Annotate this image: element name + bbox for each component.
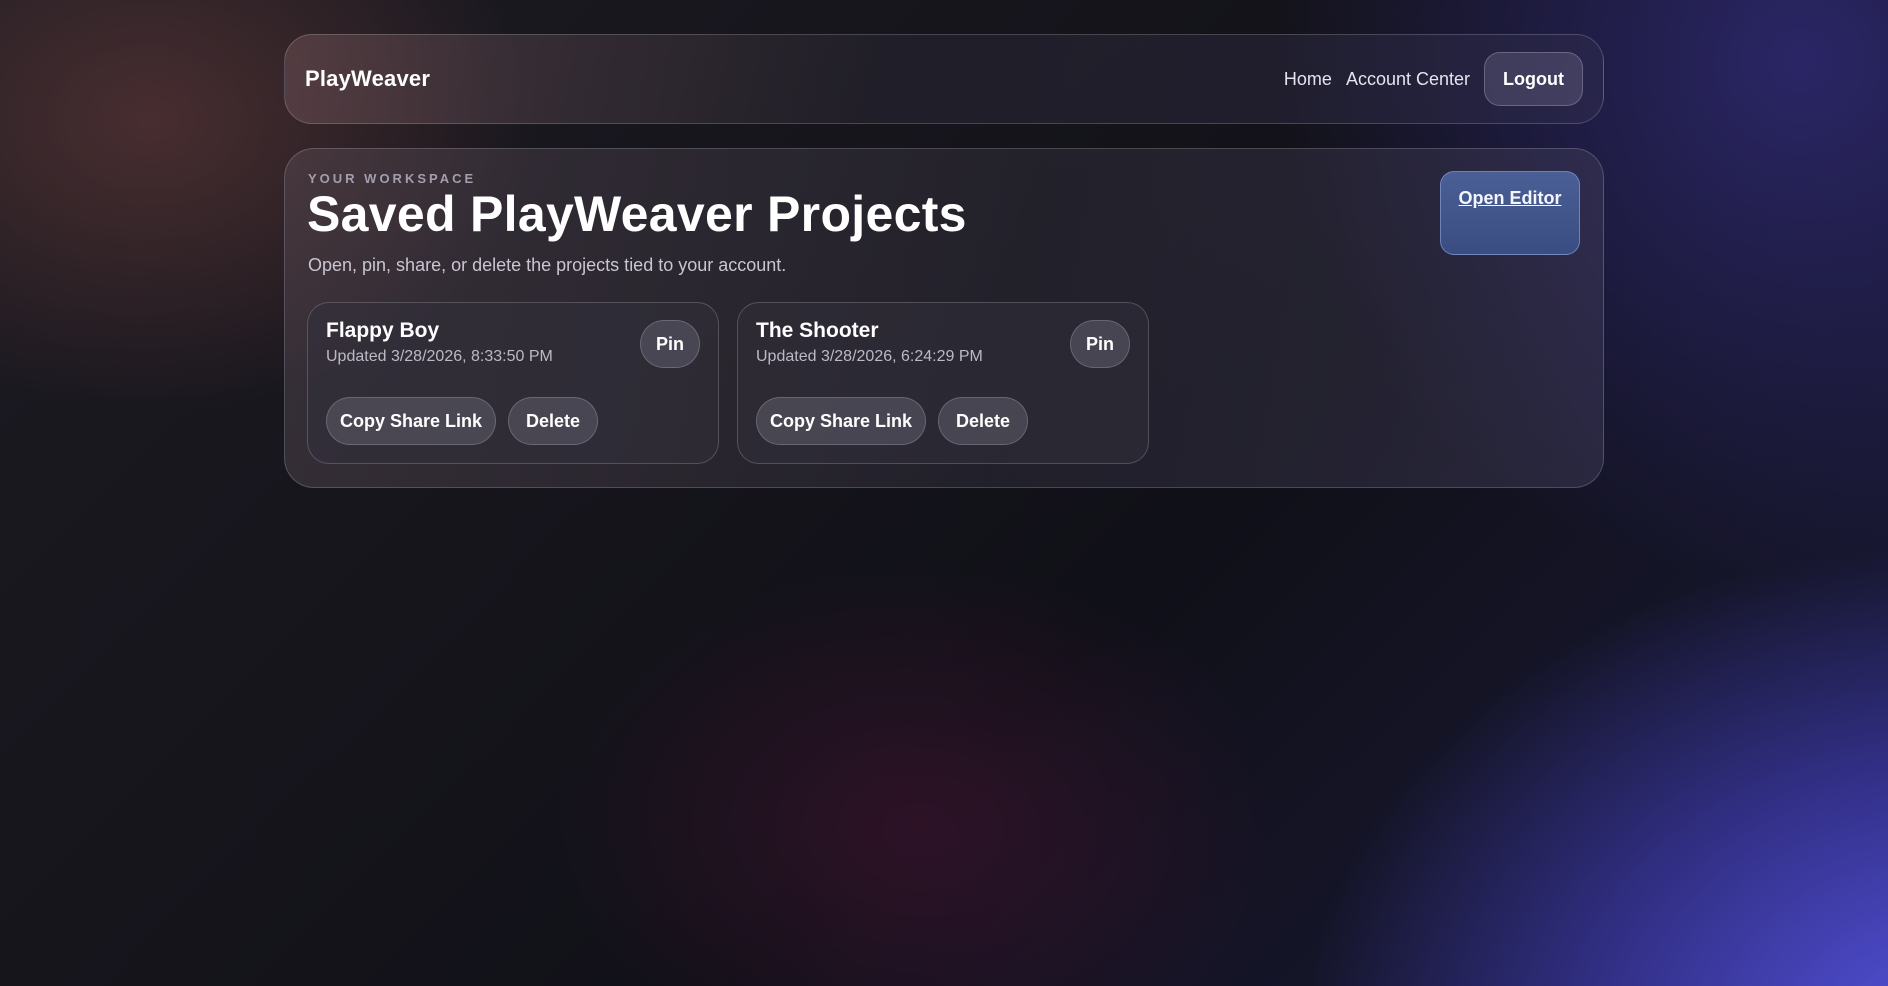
pin-button[interactable]: Pin: [1070, 320, 1130, 368]
project-card-list: Flappy Boy Updated 3/28/2026, 8:33:50 PM…: [307, 302, 1149, 464]
nav-link-home[interactable]: Home: [1284, 69, 1332, 90]
project-updated-timestamp: Updated 3/28/2026, 6:24:29 PM: [756, 348, 983, 365]
nav-link-account-center[interactable]: Account Center: [1346, 69, 1470, 90]
page-title: Saved PlayWeaver Projects: [307, 186, 967, 242]
project-card: Flappy Boy Updated 3/28/2026, 8:33:50 PM…: [307, 302, 719, 464]
main-nav: Home Account Center Logout: [1284, 52, 1583, 106]
delete-button[interactable]: Delete: [938, 397, 1028, 445]
project-card: The Shooter Updated 3/28/2026, 6:24:29 P…: [737, 302, 1149, 464]
brand-logo[interactable]: PlayWeaver: [305, 66, 430, 92]
project-name: The Shooter: [756, 319, 879, 342]
section-eyebrow: YOUR WORKSPACE: [308, 171, 477, 186]
delete-button[interactable]: Delete: [508, 397, 598, 445]
project-name: Flappy Boy: [326, 319, 440, 342]
open-editor-button[interactable]: Open Editor: [1440, 171, 1580, 255]
project-updated-timestamp: Updated 3/28/2026, 8:33:50 PM: [326, 348, 553, 365]
copy-share-link-button[interactable]: Copy Share Link: [326, 397, 496, 445]
pin-button[interactable]: Pin: [640, 320, 700, 368]
page-subtitle: Open, pin, share, or delete the projects…: [308, 255, 787, 275]
copy-share-link-button[interactable]: Copy Share Link: [756, 397, 926, 445]
projects-panel: YOUR WORKSPACE Saved PlayWeaver Projects…: [284, 148, 1604, 488]
top-navigation-bar: PlayWeaver Home Account Center Logout: [284, 34, 1604, 124]
logout-button[interactable]: Logout: [1484, 52, 1583, 106]
